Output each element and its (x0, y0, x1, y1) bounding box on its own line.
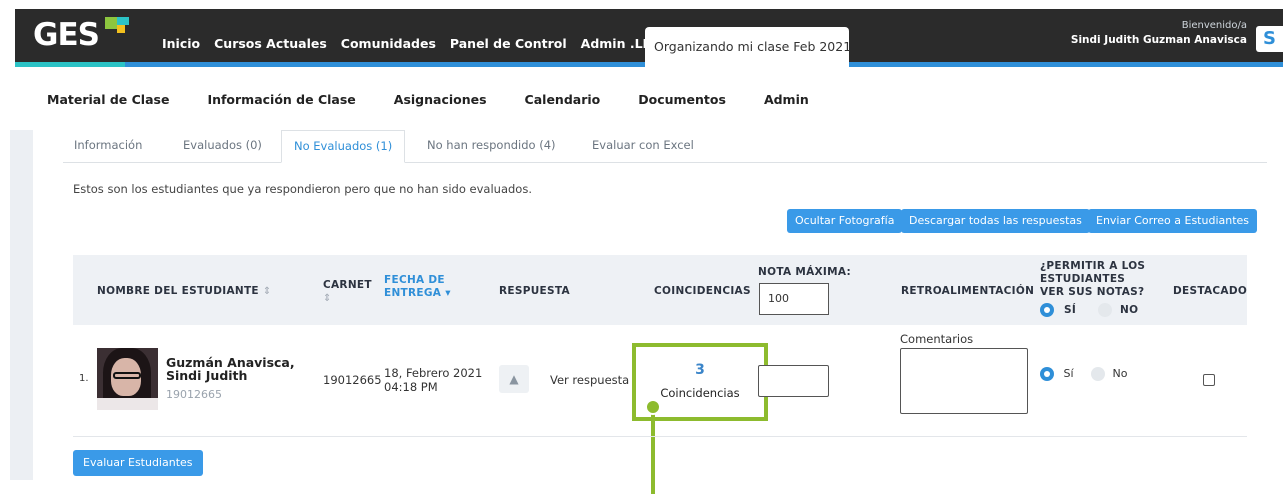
permit-yes-radio[interactable] (1040, 367, 1054, 381)
th-fecha-label-1: FECHA DE (384, 274, 445, 286)
main-nav: Inicio Cursos Actuales Comunidades Panel… (162, 36, 663, 51)
student-carnet-sub: 19012665 (166, 388, 222, 401)
subnav-material[interactable]: Material de Clase (47, 92, 169, 107)
info-note: Estos son los estudiantes que ya respond… (73, 182, 532, 196)
hide-photo-button[interactable]: Ocultar Fotografía (787, 209, 903, 233)
th-nota-maxima: NOTA MÁXIMA: (758, 266, 851, 278)
student-name[interactable]: Guzmán Anavisca, Sindi Judith (166, 356, 295, 382)
feedback-textarea[interactable] (900, 348, 1028, 414)
evaluation-tabs: Información Evaluados (0) No Evaluados (… (63, 130, 1267, 163)
nav-cursos-actuales[interactable]: Cursos Actuales (214, 36, 327, 51)
permit-row-radios: Sí No (1040, 367, 1128, 381)
permit-all-no-radio[interactable] (1098, 303, 1113, 317)
sort-icon: ⇕ (262, 286, 272, 297)
welcome-label: Bienvenido/a (1181, 20, 1247, 31)
evaluate-students-button[interactable]: Evaluar Estudiantes (73, 450, 203, 476)
download-all-button[interactable]: Descargar todas las respuestas (901, 209, 1090, 233)
nav-comunidades[interactable]: Comunidades (341, 36, 436, 51)
subnav-asignaciones[interactable]: Asignaciones (394, 92, 487, 107)
avatar[interactable]: S (1256, 26, 1283, 52)
callout-line (651, 413, 655, 494)
nav-panel-de-control[interactable]: Panel de Control (450, 36, 567, 51)
permit-no-radio[interactable] (1091, 367, 1106, 381)
permit-all-yes-radio[interactable] (1040, 303, 1054, 317)
max-grade-input[interactable]: 100 (759, 283, 829, 315)
tab-no-han-respondido[interactable]: No han respondido (4) (427, 130, 556, 163)
subnav-documentos[interactable]: Documentos (638, 92, 726, 107)
row-index: 1. (79, 373, 89, 384)
left-gutter (10, 130, 33, 480)
permit-yes-label: Sí (1063, 367, 1074, 380)
subnav-informacion[interactable]: Información de Clase (207, 92, 355, 107)
th-carnet[interactable]: CARNET ⇕ (323, 279, 372, 305)
user-name[interactable]: Sindi Judith Guzman Anavisca (1071, 33, 1247, 47)
comment-label: Comentarios (900, 332, 974, 346)
email-students-button[interactable]: Enviar Correo a Estudiantes (1088, 209, 1258, 233)
subnav-calendario[interactable]: Calendario (525, 92, 601, 107)
th-fecha-label-2: ENTREGA (384, 287, 442, 299)
grade-input[interactable] (758, 365, 829, 397)
sort-icon: ⇕ (323, 293, 332, 304)
student-carnet: 19012665 (323, 373, 382, 387)
th-fecha-entrega[interactable]: FECHA DE ENTREGA ▾ (384, 274, 451, 300)
course-subnav: Material de Clase Información de Clase A… (47, 92, 847, 107)
callout-dot (645, 399, 661, 415)
th-student[interactable]: NOMBRE DEL ESTUDIANTE ⇕ (97, 285, 272, 298)
tab-informacion[interactable]: Información (74, 130, 142, 163)
featured-checkbox[interactable] (1203, 374, 1215, 386)
sort-desc-icon: ▾ (445, 287, 451, 299)
student-photo (97, 348, 158, 410)
th-retroalimentacion: RETROALIMENTACIÓN (901, 285, 1035, 297)
row-divider (73, 436, 1247, 437)
tab-evaluados[interactable]: Evaluados (0) (183, 130, 262, 163)
submission-date-day: 18, Febrero 2021 (384, 366, 483, 380)
th-carnet-label: CARNET (323, 279, 372, 291)
nav-inicio[interactable]: Inicio (162, 36, 200, 51)
logo-text: GES (33, 17, 100, 53)
permit-all-yes-label: SÍ (1063, 304, 1077, 316)
subnav-admin[interactable]: Admin (764, 92, 809, 107)
permit-no-label: No (1112, 367, 1128, 380)
matches-label[interactable]: Coincidencias (632, 386, 768, 400)
th-destacado: DESTACADO (1173, 285, 1248, 297)
user-welcome: Bienvenido/a Sindi Judith Guzman Anavisc… (1071, 19, 1247, 47)
th-student-label: NOMBRE DEL ESTUDIANTE (97, 285, 259, 297)
app-logo[interactable]: GES (33, 17, 129, 53)
tab-no-evaluados[interactable]: No Evaluados (1) (281, 130, 406, 163)
course-tab[interactable]: Organizando mi clase Feb 2021 (645, 27, 851, 67)
th-permit-line-3: VER SUS NOTAS? (1040, 286, 1145, 298)
submission-date: 18, Febrero 2021 04:18 PM (384, 366, 482, 394)
view-response-link[interactable]: Ver respuesta (550, 373, 629, 387)
th-permit-line-1: ¿PERMITIR A LOS (1040, 260, 1146, 272)
th-coincidencias: COINCIDENCIAS (654, 285, 751, 297)
permit-all-no-label: NO (1119, 304, 1139, 316)
permit-all-radios: SÍ NO (1040, 303, 1138, 317)
submission-date-time: 04:18 PM (384, 380, 438, 394)
student-name-line-2: Sindi Judith (166, 368, 248, 383)
matches-count[interactable]: 3 (632, 362, 768, 378)
th-respuesta: RESPUESTA (499, 285, 570, 297)
file-icon[interactable]: ▲ (499, 365, 529, 393)
tab-evaluar-excel[interactable]: Evaluar con Excel (592, 130, 694, 163)
logo-mark-icon (105, 17, 131, 39)
th-permit-line-2: ESTUDIANTES (1040, 273, 1126, 285)
th-permitir: ¿PERMITIR A LOS ESTUDIANTES VER SUS NOTA… (1040, 260, 1145, 299)
